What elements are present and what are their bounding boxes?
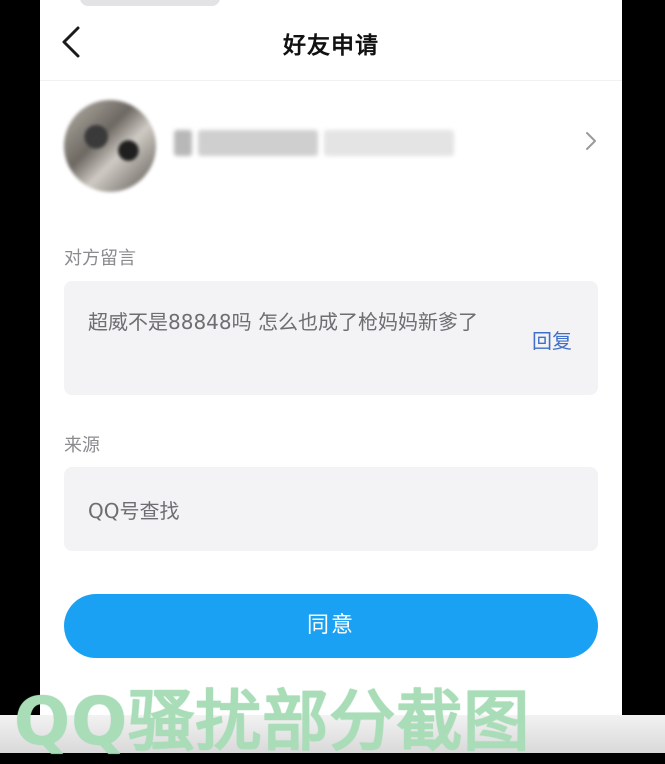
source-section-label: 来源 bbox=[64, 435, 100, 456]
watermark-caption: QQ骚扰部分截图 bbox=[14, 683, 531, 760]
blurred-name-segment bbox=[198, 130, 318, 156]
navigation-bar: 好友申请 bbox=[40, 0, 622, 81]
agree-button[interactable]: 同意 bbox=[64, 594, 598, 658]
source-card: QQ号查找 bbox=[64, 467, 598, 551]
agree-button-label: 同意 bbox=[306, 613, 355, 638]
page-title: 好友申请 bbox=[283, 33, 379, 59]
avatar[interactable] bbox=[64, 100, 156, 192]
blurred-name-segment bbox=[324, 130, 454, 156]
blurred-name-segment bbox=[174, 130, 192, 156]
message-section-label: 对方留言 bbox=[64, 248, 136, 269]
requester-profile-row[interactable] bbox=[40, 88, 622, 200]
reply-link[interactable]: 回复 bbox=[532, 325, 572, 354]
message-text: 超威不是88848吗 怎么也成了枪妈妈新爹了 bbox=[88, 310, 478, 334]
message-card: 超威不是88848吗 怎么也成了枪妈妈新爹了 回复 bbox=[64, 281, 598, 395]
chevron-right-icon bbox=[586, 132, 596, 150]
source-value: QQ号查找 bbox=[88, 499, 180, 523]
blurred-username bbox=[174, 130, 454, 158]
friend-request-screen: 好友申请 对方留言 超威不是88848吗 怎么也成了枪妈妈新爹了 回复 来源 Q… bbox=[40, 0, 622, 715]
